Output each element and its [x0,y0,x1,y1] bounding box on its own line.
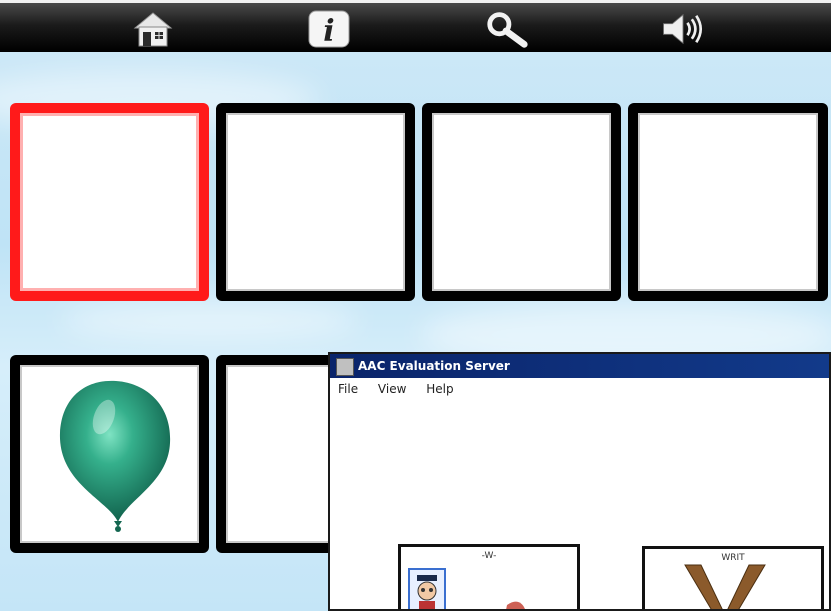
person-with-cap-image [408,568,525,609]
top-toolbar: i [0,0,831,52]
tile-content [226,113,405,291]
home-icon [133,12,173,47]
info-icon: i [308,10,350,49]
window-title-bar[interactable]: AAC Evaluation Server [330,354,829,378]
symbol-tile-4[interactable] [628,103,828,301]
tile-content [432,113,611,291]
tile-content [20,113,199,291]
sky-cloud [60,300,360,340]
app-icon [336,358,354,376]
speaker-icon [663,13,703,45]
menu-help[interactable]: Help [418,380,461,398]
menu-file[interactable]: File [330,380,366,398]
symbol-card-1[interactable]: -W- [398,544,580,609]
window-title: AAC Evaluation Server [358,359,510,373]
home-button[interactable] [130,9,176,49]
symbol-tile-1[interactable] [10,103,209,301]
search-button[interactable] [484,9,530,49]
svg-text:i: i [323,14,334,49]
search-icon [487,12,528,48]
symbol-tile-3[interactable] [422,103,621,301]
menu-bar: File View Help [330,380,829,400]
speaker-button[interactable] [660,9,706,49]
letter-v-image [684,564,766,609]
overlay-window: AAC Evaluation Server File View Help -W-… [328,352,831,611]
card-label: -W- [481,551,497,561]
tile-content [20,365,199,543]
tile-content [638,113,818,291]
info-button[interactable]: i [306,9,352,49]
balloon-image [59,380,171,532]
symbol-tile-2[interactable] [216,103,415,301]
symbol-tile-5[interactable] [10,355,209,553]
menu-view[interactable]: View [370,380,414,398]
symbol-card-2[interactable]: WRIT [642,546,824,609]
